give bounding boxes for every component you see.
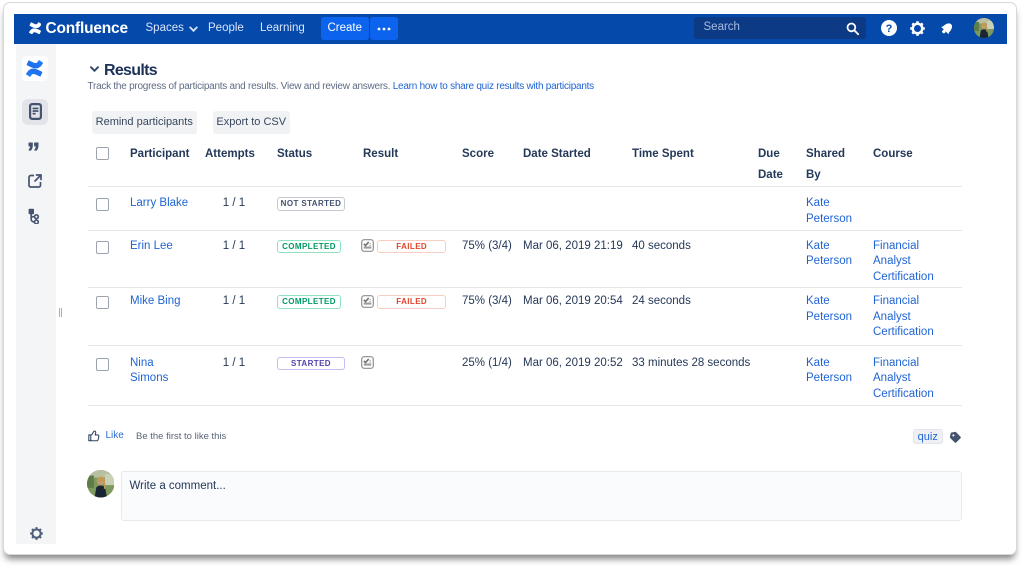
svg-text:?: ? [886, 23, 893, 35]
